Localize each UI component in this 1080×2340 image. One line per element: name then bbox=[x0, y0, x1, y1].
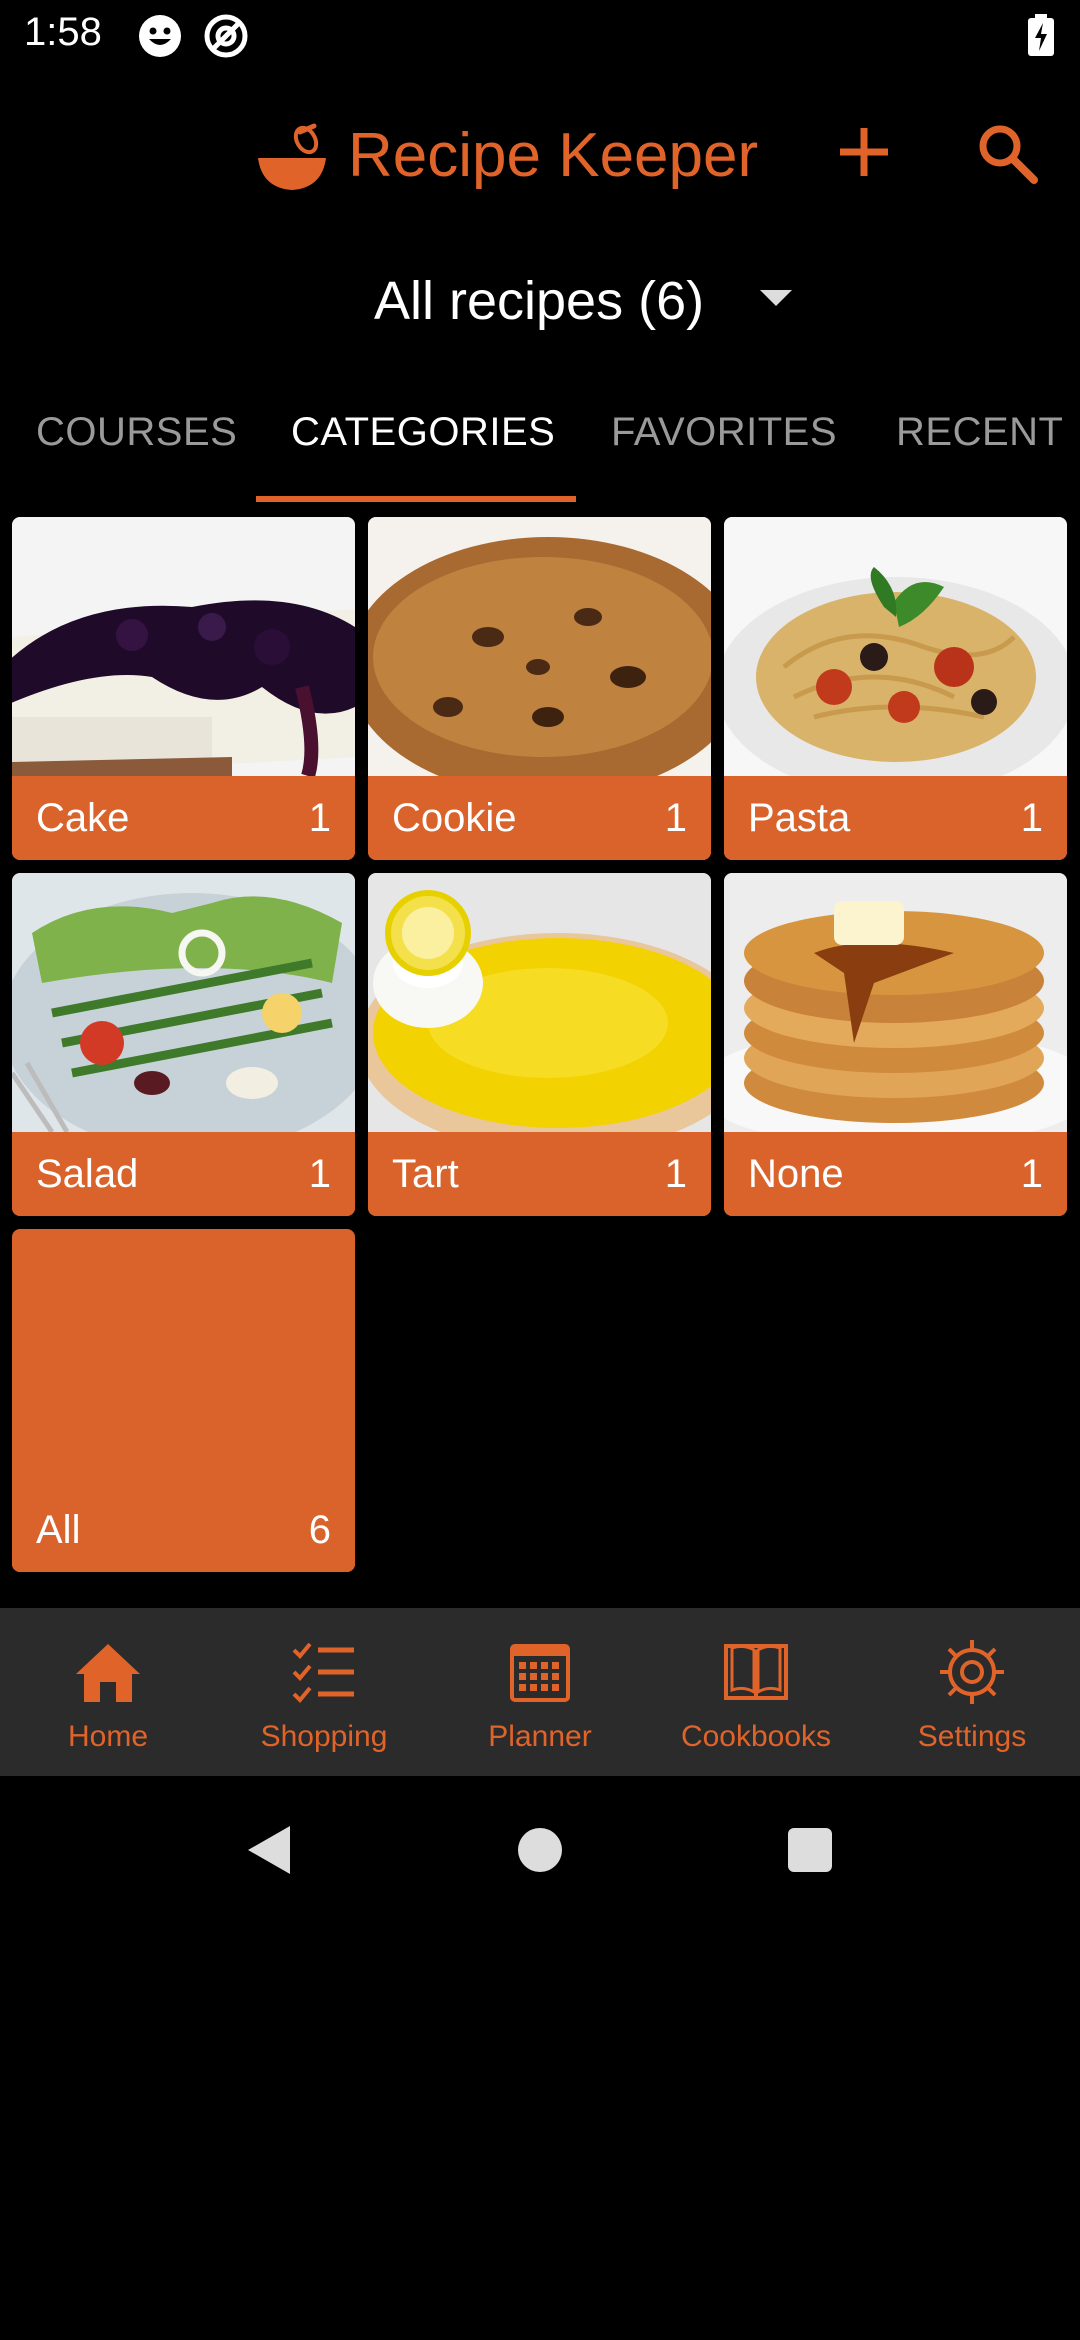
add-recipe-button[interactable] bbox=[834, 122, 894, 182]
category-name: Salad bbox=[36, 1152, 139, 1196]
category-tile-none[interactable]: None 1 bbox=[724, 873, 1067, 1216]
tab-bar: COURSES CATEGORIES FAVORITES RECENT bbox=[0, 396, 1080, 506]
category-tile-label-bar: Pasta 1 bbox=[724, 776, 1067, 860]
lemon-tart-photo bbox=[368, 873, 711, 1132]
category-name: Tart bbox=[392, 1152, 459, 1196]
tab-favorites[interactable]: FAVORITES bbox=[611, 410, 837, 455]
gear-icon bbox=[940, 1640, 1004, 1704]
smiley-notification-icon bbox=[139, 15, 181, 57]
system-navigation-bar bbox=[0, 1776, 1080, 1920]
status-bar: 1:58 bbox=[0, 0, 1080, 72]
category-tile-label-bar: Cake 1 bbox=[12, 776, 355, 860]
category-tile-salad[interactable]: Salad 1 bbox=[12, 873, 355, 1216]
category-tile-all[interactable]: All 6 bbox=[12, 1229, 355, 1572]
category-tile-cake[interactable]: Cake 1 bbox=[12, 517, 355, 860]
book-icon bbox=[724, 1644, 788, 1700]
tab-recent[interactable]: RECENT bbox=[896, 410, 1063, 455]
category-name: Pasta bbox=[748, 796, 851, 840]
mixing-bowl-logo-icon bbox=[258, 123, 326, 190]
category-name: All bbox=[36, 1508, 81, 1552]
category-tile-pasta[interactable]: Pasta 1 bbox=[724, 517, 1067, 860]
nav-home[interactable]: Home bbox=[0, 1608, 216, 1776]
recent-apps-button[interactable] bbox=[788, 1828, 832, 1872]
nav-settings[interactable]: Settings bbox=[864, 1608, 1080, 1776]
pancakes-photo bbox=[724, 873, 1067, 1132]
at-sign-notification-icon bbox=[204, 14, 248, 58]
category-count: 1 bbox=[1020, 796, 1043, 840]
category-count: 1 bbox=[664, 796, 687, 840]
nav-shopping-label: Shopping bbox=[260, 1720, 388, 1753]
status-time: 1:58 bbox=[24, 10, 102, 54]
cheesecake-photo bbox=[12, 517, 355, 776]
category-count: 6 bbox=[308, 1508, 331, 1552]
nav-planner[interactable]: Planner bbox=[432, 1608, 648, 1776]
category-count: 1 bbox=[1020, 1152, 1043, 1196]
nav-settings-label: Settings bbox=[917, 1720, 1027, 1753]
home-icon bbox=[76, 1644, 140, 1702]
calendar-icon bbox=[510, 1644, 570, 1702]
checklist-icon bbox=[292, 1642, 354, 1703]
cookies-photo bbox=[368, 517, 711, 776]
home-button[interactable] bbox=[518, 1828, 562, 1872]
nav-cookbooks-label: Cookbooks bbox=[680, 1720, 832, 1753]
nav-home-label: Home bbox=[67, 1720, 149, 1753]
battery-charging-icon bbox=[1028, 14, 1054, 56]
category-name: Cookie bbox=[392, 796, 517, 840]
search-button[interactable] bbox=[976, 122, 1038, 184]
tab-categories[interactable]: CATEGORIES bbox=[291, 410, 555, 455]
category-tile-cookie[interactable]: Cookie 1 bbox=[368, 517, 711, 860]
category-tile-label-bar: All 6 bbox=[12, 1488, 355, 1572]
recipes-filter-label: All recipes (6) bbox=[374, 271, 705, 331]
recipes-filter-dropdown[interactable]: All recipes (6) bbox=[360, 262, 820, 342]
active-tab-indicator bbox=[256, 496, 576, 502]
category-tile-label-bar: Tart 1 bbox=[368, 1132, 711, 1216]
category-tile-label-bar: Cookie 1 bbox=[368, 776, 711, 860]
nav-cookbooks[interactable]: Cookbooks bbox=[648, 1608, 864, 1776]
category-count: 1 bbox=[308, 796, 331, 840]
back-button[interactable] bbox=[244, 1824, 294, 1876]
category-count: 1 bbox=[308, 1152, 331, 1196]
category-tile-label-bar: None 1 bbox=[724, 1132, 1067, 1216]
dropdown-arrow-icon bbox=[760, 290, 792, 306]
bottom-navigation: Home Shopping Planner Cookbooks Settings bbox=[0, 1608, 1080, 1776]
app-title: Recipe Keeper bbox=[348, 121, 759, 190]
category-tile-label-bar: Salad 1 bbox=[12, 1132, 355, 1216]
category-count: 1 bbox=[664, 1152, 687, 1196]
category-name: Cake bbox=[36, 796, 130, 840]
category-name: None bbox=[748, 1152, 844, 1196]
app-bar: Recipe Keeper bbox=[0, 100, 1080, 220]
category-tile-tart[interactable]: Tart 1 bbox=[368, 873, 711, 1216]
nav-shopping[interactable]: Shopping bbox=[216, 1608, 432, 1776]
nav-planner-label: Planner bbox=[488, 1720, 592, 1753]
spaghetti-photo bbox=[724, 517, 1067, 776]
screen: 1:58 Recipe Keeper All recipes (6) COURS… bbox=[0, 0, 1080, 2340]
tab-courses[interactable]: COURSES bbox=[36, 410, 237, 455]
salad-photo bbox=[12, 873, 355, 1132]
